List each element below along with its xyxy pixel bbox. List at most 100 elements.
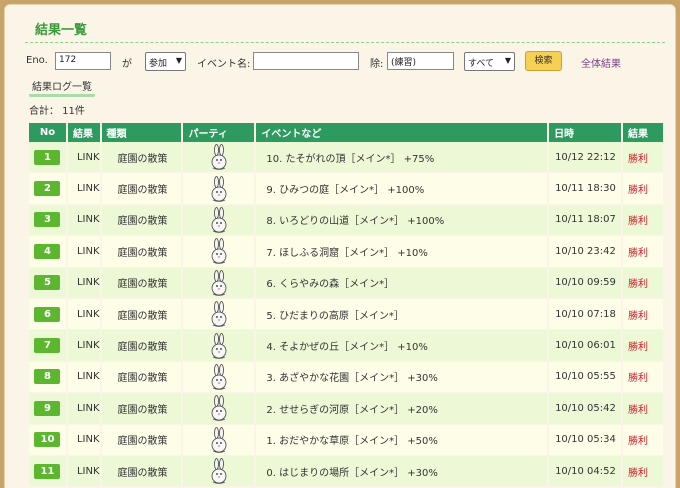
- row-date: 10/10 23:42: [549, 236, 623, 268]
- row-no-cell: 1: [29, 142, 68, 174]
- row-event: 9. ひみつの庭［メイン*］ +100%: [256, 173, 550, 205]
- scope-select[interactable]: すべて ▼: [464, 52, 515, 71]
- rabbit-icon: [209, 175, 229, 202]
- row-kind: 庭園の散策: [101, 142, 184, 174]
- row-number-badge[interactable]: 10: [34, 432, 61, 448]
- row-no-cell: 9: [29, 393, 68, 425]
- row-no-cell: 10: [29, 424, 68, 456]
- table-row[interactable]: 10 LINK 庭園の散策 1. おだやかな草原［メイン*］ +50% 10/10 05…: [29, 424, 663, 456]
- scope-value: すべて: [468, 59, 495, 69]
- row-outcome: 勝利: [623, 204, 663, 237]
- row-number-badge[interactable]: 2: [34, 181, 61, 197]
- header-no: No: [29, 123, 68, 142]
- row-kind: 庭園の散策: [101, 361, 184, 394]
- row-date: 10/10 07:18: [549, 298, 623, 331]
- header-event: イベントなど: [256, 123, 550, 142]
- rabbit-icon: [209, 426, 229, 453]
- row-number-badge[interactable]: 7: [34, 338, 61, 354]
- table-row[interactable]: 7 LINK 庭園の散策 4. そよかぜの丘［メイン*］ +10% 10/10 06:0…: [29, 330, 663, 362]
- row-number-badge[interactable]: 4: [34, 243, 61, 259]
- row-outcome: 勝利: [623, 267, 663, 299]
- row-party-cell: [183, 298, 257, 331]
- search-button[interactable]: 検索: [525, 51, 562, 71]
- row-party-cell: [183, 204, 257, 237]
- row-date: 10/11 18:07: [549, 204, 623, 237]
- table-row[interactable]: 4 LINK 庭園の散策 7. ほしふる洞窟［メイン*］ +10% 10/10 23:4…: [29, 236, 663, 268]
- row-event: 8. いろどりの山道［メイン*］ +100%: [256, 204, 550, 237]
- row-date: 10/12 22:12: [549, 142, 623, 174]
- row-date: 10/10 05:34: [549, 424, 623, 456]
- row-date: 10/10 04:52: [549, 455, 623, 488]
- row-date: 10/11 18:30: [549, 173, 623, 205]
- exclude-label: 除:: [370, 59, 384, 70]
- rabbit-icon: [209, 395, 229, 422]
- row-event: 10. たそがれの頂［メイン*］ +75%: [256, 142, 550, 174]
- row-date: 10/10 06:01: [549, 330, 623, 362]
- row-party-cell: [183, 424, 257, 456]
- row-result: LINK: [67, 424, 102, 456]
- row-event: 7. ほしふる洞窟［メイン*］ +10%: [256, 236, 550, 268]
- row-event: 5. ひだまりの高原［メイン*］: [256, 298, 550, 331]
- row-no-cell: 8: [29, 361, 68, 394]
- row-outcome: 勝利: [623, 455, 663, 488]
- page-title: 結果一覧: [35, 23, 88, 38]
- table-row[interactable]: 8 LINK 庭園の散策 3. あざやかな花園［メイン*］ +30% 10/10 05:…: [29, 361, 663, 394]
- row-kind: 庭園の散策: [101, 298, 184, 331]
- header-kind: 種類: [101, 123, 184, 142]
- row-result: LINK: [67, 236, 102, 268]
- table-row[interactable]: 2 LINK 庭園の散策 9. ひみつの庭［メイン*］ +100% 10/11 18:3…: [29, 173, 663, 205]
- table-row[interactable]: 11 LINK 庭園の散策 0. はじまりの場所［メイン*］ +30% 10/10 04…: [29, 455, 663, 488]
- table-row[interactable]: 6 LINK 庭園の散策 5. ひだまりの高原［メイン*］ 10/10 07:18 勝利: [29, 298, 663, 331]
- eno-input[interactable]: 172: [55, 52, 111, 70]
- row-kind: 庭園の散策: [101, 455, 184, 488]
- row-number-badge[interactable]: 8: [34, 369, 61, 385]
- header-result: 結果: [67, 123, 102, 142]
- rabbit-icon: [209, 332, 229, 359]
- title-divider: [25, 42, 665, 43]
- row-kind: 庭園の散策: [101, 173, 184, 205]
- results-table: No 結果 種類 パーティ イベントなど 日時 結果 1 LINK 庭園の散策 10.…: [29, 123, 663, 488]
- row-no-cell: 11: [29, 455, 68, 488]
- row-number-badge[interactable]: 1: [34, 149, 61, 165]
- row-number-badge[interactable]: 11: [34, 463, 61, 479]
- row-no-cell: 2: [29, 173, 68, 205]
- rabbit-icon: [209, 269, 229, 296]
- row-outcome: 勝利: [623, 330, 663, 362]
- table-header-row: No 結果 種類 パーティ イベントなど 日時 結果: [29, 123, 663, 142]
- row-kind: 庭園の散策: [101, 267, 184, 299]
- rabbit-icon: [209, 458, 229, 484]
- ga-label: が: [122, 59, 132, 70]
- row-outcome: 勝利: [623, 236, 663, 268]
- row-number-badge[interactable]: 3: [34, 212, 61, 228]
- rabbit-icon: [209, 238, 229, 265]
- row-no-cell: 3: [29, 204, 68, 237]
- row-outcome: 勝利: [623, 298, 663, 331]
- row-event: 1. おだやかな草原［メイン*］ +50%: [256, 424, 550, 456]
- participation-select[interactable]: 参加 ▼: [145, 52, 186, 71]
- row-kind: 庭園の散策: [101, 424, 184, 456]
- row-party-cell: [183, 361, 257, 394]
- table-row[interactable]: 3 LINK 庭園の散策 8. いろどりの山道［メイン*］ +100% 10/11 18…: [29, 204, 663, 237]
- row-outcome: 勝利: [623, 142, 663, 174]
- row-result: LINK: [67, 298, 102, 331]
- row-number-badge[interactable]: 5: [34, 275, 61, 291]
- participation-value: 参加: [149, 59, 168, 69]
- row-result: LINK: [67, 361, 102, 394]
- row-party-cell: [183, 393, 257, 425]
- row-result: LINK: [67, 204, 102, 237]
- row-no-cell: 7: [29, 330, 68, 362]
- row-number-badge[interactable]: 9: [34, 400, 61, 416]
- header-date: 日時: [549, 123, 623, 142]
- table-row[interactable]: 1 LINK 庭園の散策 10. たそがれの頂［メイン*］ +75% 10/12 22:…: [29, 142, 663, 174]
- table-row[interactable]: 5 LINK 庭園の散策 6. くらやみの森［メイン*］ 10/10 09:59 勝利: [29, 267, 663, 299]
- all-results-link[interactable]: 全体結果: [581, 55, 621, 70]
- filter-bar: Eno. 172 が 参加 ▼ イベント名: 除: (練習) すべて ▼ 検索 …: [5, 50, 680, 74]
- table-row[interactable]: 9 LINK 庭園の散策 2. せせらぎの河原［メイン*］ +20% 10/10 05:…: [29, 393, 663, 425]
- exclude-input[interactable]: (練習): [387, 52, 454, 70]
- event-name-input[interactable]: [253, 52, 359, 70]
- row-number-badge[interactable]: 6: [34, 306, 61, 322]
- row-event: 2. せせらぎの河原［メイン*］ +20%: [256, 393, 550, 425]
- header-party: パーティ: [183, 123, 257, 142]
- row-party-cell: [183, 455, 257, 488]
- result-log-link[interactable]: 結果ログ一覧: [29, 78, 95, 97]
